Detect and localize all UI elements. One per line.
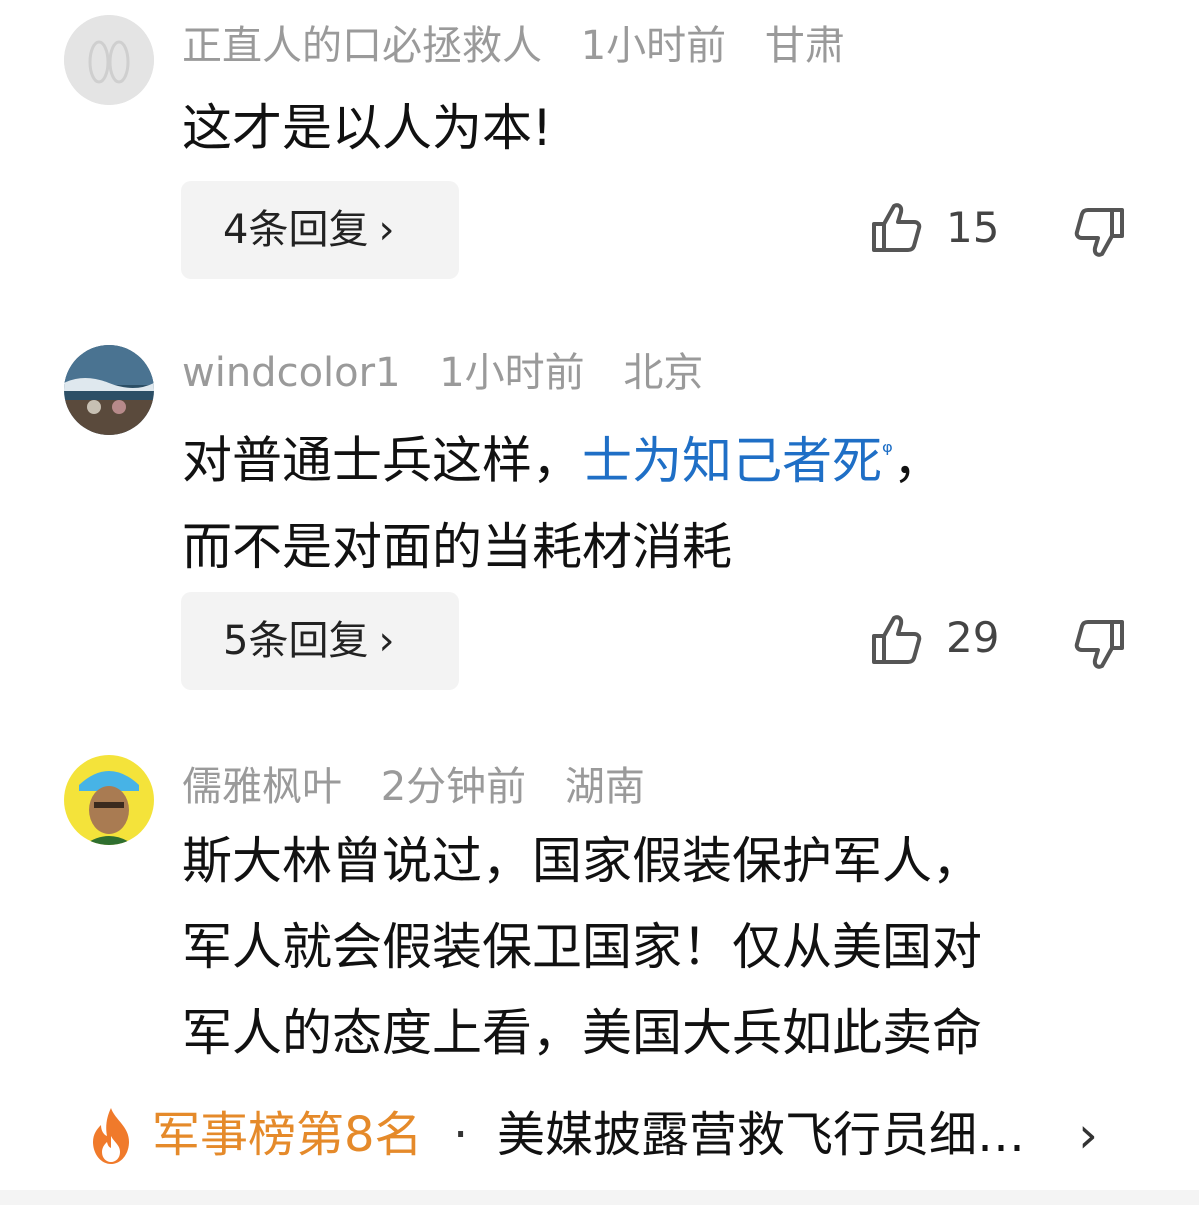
keyword-text: 士为知己者死 <box>582 431 882 490</box>
rank-label: 军事榜第8名 <box>152 1107 423 1163</box>
view-replies-button[interactable]: 4条回复 › <box>181 181 459 279</box>
chevron-right-icon: › <box>378 618 395 664</box>
like-count: 15 <box>946 203 1000 252</box>
location: 湖南 <box>564 764 645 810</box>
separator: · <box>453 1107 469 1163</box>
avatar[interactable] <box>64 15 154 105</box>
username[interactable]: 正直人的口必拯救人 <box>182 23 542 69</box>
location: 甘肃 <box>764 23 845 69</box>
hot-rank-bar[interactable]: 军事榜第8名 · 美媒披露营救飞行员细… › <box>0 1090 1199 1180</box>
comment-text-line: 对普通士兵这样，士为知己者死ᵠ， <box>182 409 1142 504</box>
reply-count: 5条回复 <box>223 618 369 664</box>
comment-item: windcolor1 1小时前 北京 对普通士兵这样，士为知己者死ᵠ， 而不是对… <box>0 330 1199 710</box>
search-icon: ᵠ <box>882 437 893 467</box>
comment-text-line: 斯大林曾说过，国家假装保护军人， <box>182 832 982 890</box>
timestamp: 1小时前 <box>439 350 585 396</box>
comment-meta: 正直人的口必拯救人 1小时前 甘肃 <box>182 22 871 70</box>
comment-text: 斯大林曾说过，国家假装保护军人， 军人就会假装保卫国家！仅从美国对 军人的态度上… <box>182 818 1142 1076</box>
comment-meta: 儒雅枫叶 2分钟前 湖南 <box>182 763 671 811</box>
like-count: 29 <box>946 613 1000 662</box>
divider <box>0 1190 1199 1205</box>
comment-text-line: 军人的态度上看，美国大兵如此卖命 <box>182 1004 982 1062</box>
thumbs-down-icon[interactable] <box>1068 202 1128 262</box>
thumbs-up-icon[interactable] <box>868 198 928 258</box>
view-replies-button[interactable]: 5条回复 › <box>181 592 459 690</box>
location: 北京 <box>623 350 704 396</box>
avatar[interactable] <box>64 755 154 845</box>
rank-headline: 美媒披露营救飞行员细… <box>497 1107 1026 1163</box>
comment-item: 儒雅枫叶 2分钟前 湖南 斯大林曾说过，国家假装保护军人， 军人就会假装保卫国家… <box>0 740 1199 1080</box>
fire-icon <box>93 1108 129 1164</box>
timestamp: 1小时前 <box>580 23 727 69</box>
comment-text-line: 军人就会假装保卫国家！仅从美国对 <box>182 918 982 976</box>
thumbs-up-icon[interactable] <box>868 610 928 670</box>
timestamp: 2分钟前 <box>380 764 527 810</box>
comment-text-segment: 对普通士兵这样， <box>182 431 582 490</box>
reply-count: 4条回复 <box>223 207 369 253</box>
username[interactable]: windcolor1 <box>182 350 401 396</box>
comment-text: 对普通士兵这样，士为知己者死ᵠ， 而不是对面的当耗材消耗 <box>182 409 1142 590</box>
avatar[interactable] <box>64 345 154 435</box>
comment-text-line: 这才是以人为本! <box>182 99 553 157</box>
thumbs-down-icon[interactable] <box>1068 614 1128 674</box>
comment-text-line: 而不是对面的当耗材消耗 <box>182 517 732 576</box>
chevron-right-icon: › <box>1078 1106 1098 1164</box>
comment-text: 这才是以人为本! <box>182 85 1142 171</box>
chevron-right-icon: › <box>378 207 395 253</box>
comment-item: 正直人的口必拯救人 1小时前 甘肃 这才是以人为本! 4条回复 › 15 <box>0 0 1199 300</box>
comment-meta: windcolor1 1小时前 北京 <box>182 349 729 397</box>
comment-text-segment: ， <box>892 431 943 490</box>
search-keyword-link[interactable]: 士为知己者死ᵠ <box>582 432 893 490</box>
username[interactable]: 儒雅枫叶 <box>182 764 342 810</box>
